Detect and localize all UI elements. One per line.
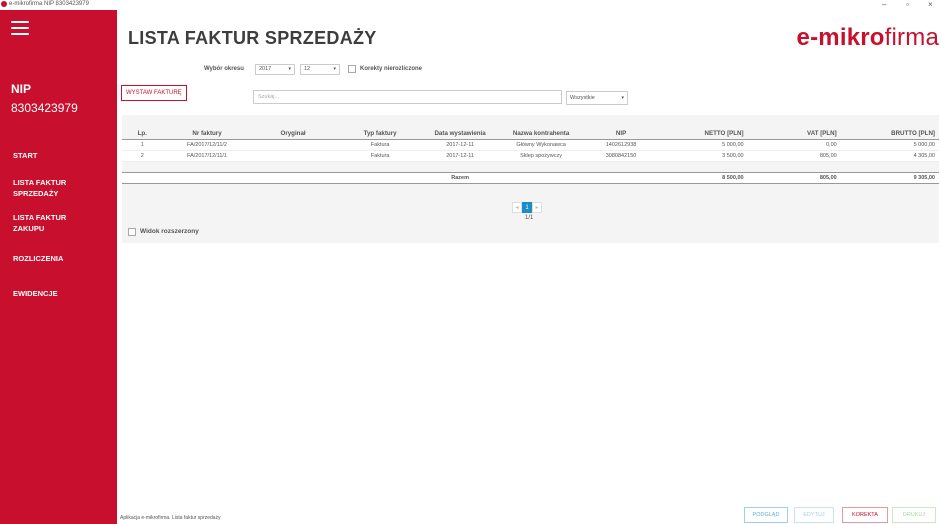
sidebar-item-sales-invoices[interactable]: LISTA FAKTUR SPRZEDAŻY <box>13 177 66 199</box>
prev-page-button[interactable]: ◂ <box>512 202 522 213</box>
wide-view-label: Widok rozszerzony <box>140 228 199 235</box>
page-1-button[interactable]: 1 <box>522 202 532 213</box>
cell-brutto: 5 000,00 <box>840 139 939 151</box>
cell-original <box>251 150 335 162</box>
pagination: ◂ 1 ▸ <box>512 196 542 213</box>
window-titlebar: e-mikrofirma NIP 8303423979 – ▫ × <box>0 0 941 10</box>
filter-bar: Wybór okresu 2017 ▾ 12 ▾ Korekty nierozlic… <box>117 58 941 106</box>
column-header[interactable]: Oryginał <box>251 128 335 140</box>
column-header[interactable]: Nr faktury <box>162 128 252 140</box>
cell-brutto: 4 305,00 <box>840 150 939 162</box>
cell-vat: 805,00 <box>747 150 841 162</box>
column-header[interactable]: Nazwa kontrahenta <box>494 128 588 140</box>
cell-date: 2017-12-11 <box>425 139 495 151</box>
sum-netto: 8 500,00 <box>654 171 748 184</box>
corrections-checkbox[interactable] <box>348 65 356 73</box>
column-header[interactable]: NETTO [PLN] <box>654 128 748 140</box>
column-header[interactable]: NIP <box>587 128 655 140</box>
period-label: Wybór okresu <box>204 66 244 72</box>
cell-type: Faktura <box>334 150 426 162</box>
correction-button[interactable]: KOREKTA <box>842 507 888 523</box>
corrections-label: Korekty nierozliczone <box>360 66 423 72</box>
cell-lp: 2 <box>122 150 163 162</box>
cell-invoice-number: FA/2017/12/11/2 <box>162 139 252 151</box>
table-sum-row: Razem 8 500,00 805,00 9 305,00 <box>122 171 939 184</box>
minimize-button[interactable]: – <box>882 0 886 9</box>
table-header-row: Lp. Nr faktury Oryginał Typ faktury Data… <box>122 128 939 140</box>
brand-logo: e-mikrofirma <box>796 24 939 51</box>
sidebar-item-start[interactable]: START <box>13 150 37 161</box>
print-button[interactable]: DRUKUJ <box>892 507 936 523</box>
sidebar: NIP 8303423979 START LISTA FAKTUR SPRZED… <box>0 10 117 524</box>
sum-brutto: 9 305,00 <box>840 171 939 184</box>
cell-nip: 1402612938 <box>587 139 655 151</box>
cell-nip: 3080842150 <box>587 150 655 162</box>
maximize-button[interactable]: ▫ <box>906 0 909 9</box>
sum-label: Razem <box>425 171 495 184</box>
sidebar-item-records[interactable]: EWIDENCJE <box>13 288 58 299</box>
issue-invoice-button[interactable]: WYSTAW FAKTURĘ <box>121 85 187 101</box>
cell-netto: 5 000,00 <box>654 139 748 151</box>
cell-contractor: Główny Wykonawca <box>494 139 588 151</box>
cell-netto: 3 500,00 <box>654 150 748 162</box>
table-row[interactable]: 1 FA/2017/12/11/2 Faktura 2017-12-11 Głó… <box>122 139 939 151</box>
app-logo-icon <box>1 1 7 7</box>
nip-value: 8303423979 <box>11 101 78 115</box>
preview-button[interactable]: PODGLĄD <box>744 507 788 523</box>
column-header[interactable]: Lp. <box>122 128 163 140</box>
sidebar-item-settlements[interactable]: ROZLICZENIA <box>13 253 63 264</box>
main-content: LISTA FAKTUR SPRZEDAŻY e-mikrofirma Wybó… <box>117 10 941 524</box>
status-text: Aplikacja e-mikrofirma. Lista faktur spr… <box>120 515 221 521</box>
page-title: LISTA FAKTUR SPRZEDAŻY <box>128 28 377 48</box>
column-header[interactable]: Data wystawienia <box>425 128 495 140</box>
column-header[interactable]: BRUTTO [PLN] <box>840 128 939 140</box>
cell-original <box>251 139 335 151</box>
nip-label: NIP <box>11 82 32 96</box>
sum-vat: 805,00 <box>747 171 841 184</box>
cell-lp: 1 <box>122 139 163 151</box>
wide-view-checkbox[interactable] <box>128 228 136 236</box>
hamburger-menu-icon[interactable] <box>11 21 29 35</box>
next-page-button[interactable]: ▸ <box>532 202 542 213</box>
month-select[interactable]: 12 ▾ <box>300 64 340 75</box>
edit-button[interactable]: EDYTUJ <box>794 507 834 523</box>
cell-type: Faktura <box>334 139 426 151</box>
cell-date: 2017-12-11 <box>425 150 495 162</box>
cell-invoice-number: FA/2017/12/11/1 <box>162 150 252 162</box>
cell-vat: 0,00 <box>747 139 841 151</box>
sidebar-item-purchase-invoices[interactable]: LISTA FAKTUR ZAKUPU <box>13 212 66 234</box>
close-button[interactable]: × <box>928 0 933 9</box>
window-title: e-mikrofirma NIP 8303423979 <box>9 1 89 7</box>
page-info: 1/1 <box>525 215 534 221</box>
table-row[interactable]: 2 FA/2017/12/11/1 Faktura 2017-12-11 Skl… <box>122 150 939 162</box>
year-select[interactable]: 2017 ▾ <box>255 64 295 75</box>
search-input[interactable]: Szukaj... <box>253 90 562 104</box>
invoice-table: Lp. Nr faktury Oryginał Typ faktury Data… <box>122 128 939 184</box>
column-header[interactable]: VAT [PLN] <box>747 128 841 140</box>
invoice-table-container: Lp. Nr faktury Oryginał Typ faktury Data… <box>122 115 939 243</box>
cell-contractor: Sklep spożywczy <box>494 150 588 162</box>
type-select[interactable]: Wszystkie ▾ <box>566 91 628 105</box>
column-header[interactable]: Typ faktury <box>334 128 426 140</box>
